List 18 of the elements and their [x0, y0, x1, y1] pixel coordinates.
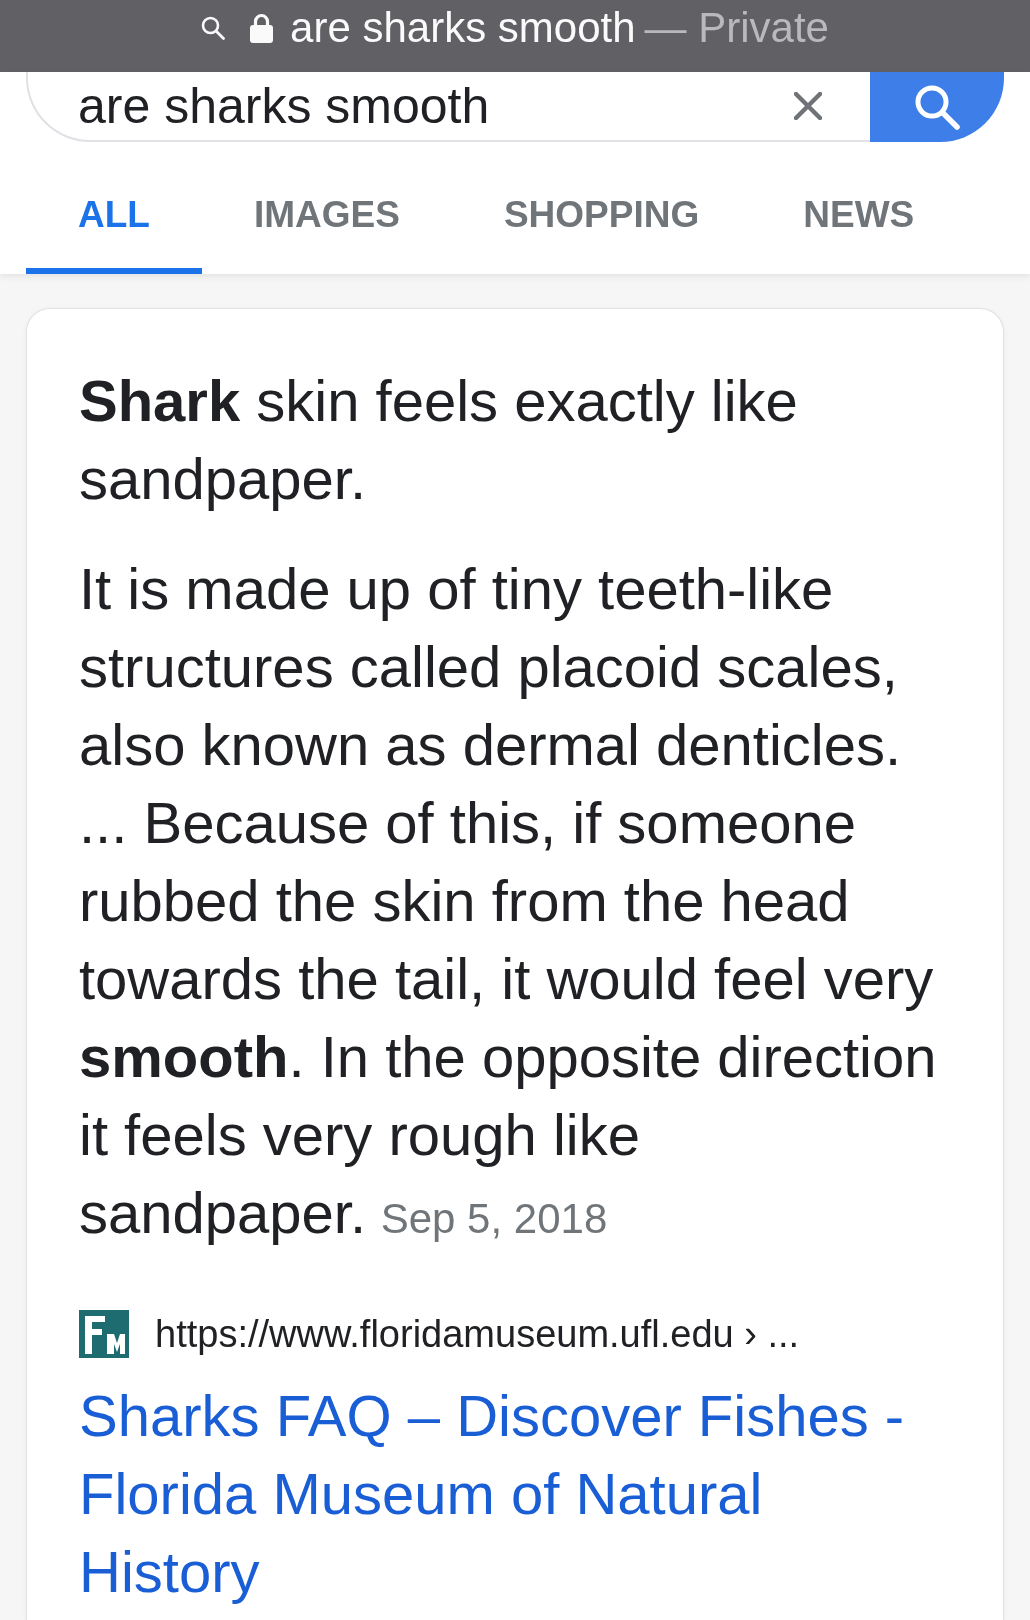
result-url: https://www.floridamuseum.ufl.edu › ... — [155, 1311, 800, 1357]
close-icon — [794, 92, 822, 120]
search-icon — [914, 84, 960, 130]
snippet-text: It is made up of tiny teeth-like structures called placoid scales, also known as dermal denticles. ... Because of this, if someone rubbed the skin from the head towards the tail, it would feel very smooth. In the opposite direction it feels very rough like sandpaper. Sep 5, 2018 — [79, 555, 938, 1247]
tab[interactable]: NEWS — [751, 142, 967, 274]
lock-icon — [250, 13, 274, 43]
answer-text: Shark skin feels exactly like sandpaper. — [79, 367, 799, 513]
tab[interactable]: IMAGES — [201, 142, 452, 274]
search-icon — [201, 16, 226, 40]
private-mode-label: — Private — [644, 4, 829, 52]
result-title-link[interactable]: Sharks FAQ – Discover Fishes - Florida Museum of Natural History — [79, 1377, 941, 1611]
search-field[interactable]: are sharks smooth — [78, 75, 774, 137]
clear-button[interactable] — [794, 92, 822, 120]
tab[interactable]: ALL — [26, 142, 202, 274]
search-button[interactable] — [870, 72, 1004, 142]
site-logo-icon — [79, 1310, 129, 1358]
tab[interactable]: SHOPPING — [451, 142, 752, 274]
address-query-text: are sharks smooth — [290, 4, 636, 52]
